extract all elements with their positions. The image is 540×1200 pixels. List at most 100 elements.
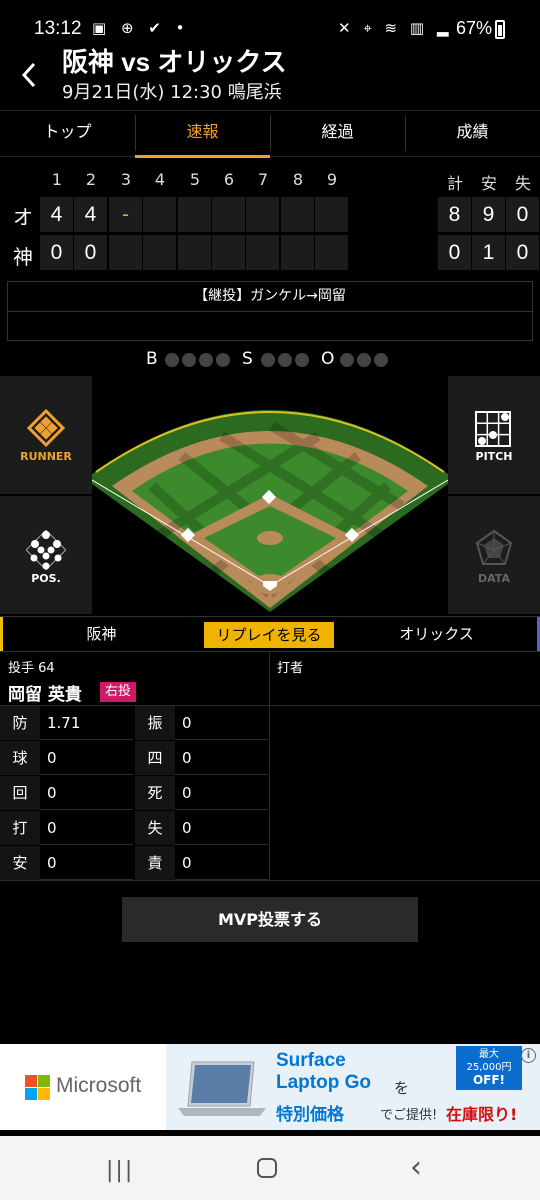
stat-value: 0 <box>40 846 133 880</box>
total-errors: 0 <box>506 235 539 270</box>
team-label-home: 神 <box>13 245 33 269</box>
battery-percent: 67% <box>456 18 493 38</box>
out-dot <box>340 353 354 367</box>
runner-button[interactable]: RUNNER <box>0 376 92 494</box>
stat-value: 1.71 <box>40 706 133 740</box>
inning-header: 8 <box>292 170 304 189</box>
inning-score <box>315 197 348 232</box>
tab-progress[interactable]: 経過 <box>270 111 405 156</box>
inning-score <box>178 235 211 270</box>
badge-line: 最大 <box>479 1049 499 1060</box>
tab-live[interactable]: 速報 <box>135 111 270 158</box>
inning-score <box>281 197 314 232</box>
inning-score <box>212 235 245 270</box>
inning-header: 5 <box>189 170 201 189</box>
ad-info-icon[interactable]: i <box>521 1048 536 1063</box>
stat-value: 0 <box>40 776 133 810</box>
inning-score <box>281 235 314 270</box>
inning-score: - <box>109 197 142 232</box>
baseball-field <box>92 410 448 612</box>
stat-label: 四 <box>135 741 175 775</box>
inning-header: 4 <box>154 170 166 189</box>
stat-value: 0 <box>175 776 268 810</box>
strike-dot <box>278 353 292 367</box>
inning-score <box>143 235 176 270</box>
inning-header: 6 <box>223 170 235 189</box>
runner-label: RUNNER <box>20 450 72 463</box>
inning-score: 0 <box>74 235 107 270</box>
stat-label: 球 <box>0 741 40 775</box>
strike-dot <box>261 353 275 367</box>
data-label: DATA <box>478 572 510 585</box>
ball-dot <box>199 353 213 367</box>
replay-button[interactable]: リプレイを見る <box>204 622 334 648</box>
total-hits: 1 <box>472 235 505 270</box>
ad-title-2: Laptop Go <box>276 1072 371 1093</box>
batter-header: 打者 <box>277 661 304 676</box>
ball-dot <box>182 353 196 367</box>
inning-score <box>246 235 279 270</box>
positions-label: POS. <box>31 572 61 585</box>
ad-offer-text: でご提供! <box>380 1108 438 1123</box>
inning-header: 3 <box>120 170 132 189</box>
pitcher-name[interactable]: 岡留 英貴 <box>8 680 82 705</box>
strikes-label: S <box>242 349 253 369</box>
mvp-vote-button[interactable]: MVP投票する <box>122 897 418 942</box>
data-button[interactable]: DATA <box>448 496 540 614</box>
total-runs: 0 <box>438 235 471 270</box>
inning-score <box>178 197 211 232</box>
stat-label: 回 <box>0 776 40 810</box>
team-home-tab[interactable]: 阪神 <box>0 617 200 651</box>
ball-dot <box>216 353 230 367</box>
battery-icon <box>495 20 505 39</box>
inning-header: 7 <box>257 170 269 189</box>
team-away-tab[interactable]: オリックス <box>336 617 540 651</box>
stat-label: 防 <box>0 706 40 740</box>
positions-button[interactable]: POS. <box>0 496 92 614</box>
back-button[interactable] <box>14 60 44 94</box>
tab-results[interactable]: 成績 <box>405 111 540 156</box>
inning-header: 9 <box>326 170 338 189</box>
stat-label: 失 <box>135 811 175 845</box>
pitch-label: PITCH <box>475 450 513 463</box>
stat-label: 死 <box>135 776 175 810</box>
home-icon[interactable] <box>257 1158 277 1178</box>
divider <box>0 880 540 881</box>
laptop-image-icon <box>178 1061 266 1116</box>
stat-value: 0 <box>175 846 268 880</box>
ad-promo: Surface Laptop Go を 特別価格 でご提供! 在庫限り! 最大 … <box>166 1044 540 1130</box>
inning-header: 2 <box>85 170 97 189</box>
ad-special-price: 特別価格 <box>276 1105 344 1125</box>
tab-bar: トップ 速報 経過 成績 <box>0 110 540 158</box>
ad-banner[interactable]: Microsoft Surface Laptop Go を 特別価格 でご提供!… <box>0 1044 540 1130</box>
ad-discount-badge: 最大 25,000円 OFF! <box>456 1046 522 1090</box>
badge-line: OFF! <box>472 1073 506 1087</box>
throwing-hand-badge: 右投 <box>100 682 136 702</box>
status-time: 13:12 <box>34 18 82 39</box>
team-switch: 阪神 リプレイを見る オリックス <box>0 616 540 652</box>
stat-value: 0 <box>175 706 268 740</box>
inning-score <box>212 197 245 232</box>
stat-value: 0 <box>175 811 268 845</box>
match-info: 9月21日(水) 12:30 鳴尾浜 <box>62 82 282 103</box>
stat-value: 0 <box>175 741 268 775</box>
out-dot <box>357 353 371 367</box>
inning-score <box>246 197 279 232</box>
total-header-hits: 安 <box>480 174 497 193</box>
pitcher-header: 投手 64 <box>8 661 55 676</box>
stat-value: 0 <box>40 811 133 845</box>
inning-score <box>109 235 142 270</box>
tab-top[interactable]: トップ <box>0 111 135 156</box>
inning-score <box>315 235 348 270</box>
inning-score <box>143 197 176 232</box>
stat-value: 0 <box>40 741 133 775</box>
announcement-text: 【継投】ガンケル→岡留 <box>8 282 532 312</box>
microsoft-logo-icon <box>25 1075 50 1100</box>
back-icon[interactable]: ‹ <box>410 1150 422 1185</box>
total-hits: 9 <box>472 197 505 232</box>
recent-apps-icon[interactable]: ||| <box>106 1158 134 1183</box>
ad-limited-stock: 在庫限り! <box>446 1105 518 1124</box>
total-errors: 0 <box>506 197 539 232</box>
pitch-button[interactable]: PITCH <box>448 376 540 494</box>
runner-icon <box>26 408 66 448</box>
